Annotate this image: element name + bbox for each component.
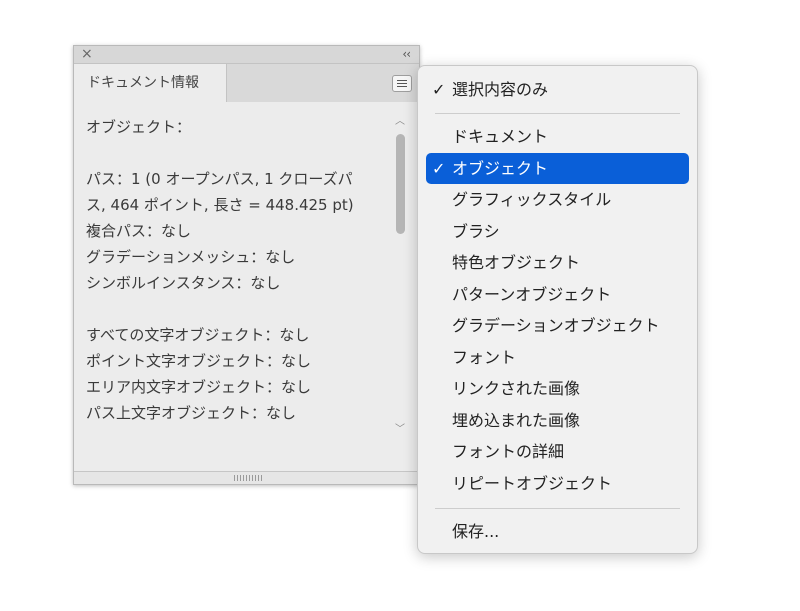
menu-item-label: パターンオブジェクト — [452, 285, 612, 304]
menu-item-gradient-objects[interactable]: グラデーションオブジェクト — [426, 310, 689, 341]
menu-separator — [435, 508, 680, 509]
hamburger-menu-icon[interactable] — [392, 75, 412, 92]
scroll-up-icon[interactable]: ︿ — [393, 116, 407, 128]
paths-info-line-1: パス：1 (0 オープンパス, 1 クローズパ — [86, 170, 353, 188]
menu-item-label: 特色オブジェクト — [452, 253, 581, 272]
objects-heading: オブジェクト： — [86, 118, 192, 136]
path-text-objects-info: パス上文字オブジェクト：なし — [86, 404, 297, 422]
menu-item-pattern-objects[interactable]: パターンオブジェクト — [426, 279, 689, 310]
document-info-panel: × ‹‹ ドキュメント情報 オブジェクト： パス：1 (0 オープンパス, 1 … — [73, 45, 420, 485]
checkmark-icon: ✓ — [432, 80, 446, 99]
paths-info-line-2: ス, 464 ポイント, 長さ = 448.425 pt) — [86, 196, 354, 214]
menu-item-label: 埋め込まれた画像 — [452, 411, 581, 430]
panel-flyout-menu: ✓ 選択内容のみ ドキュメント ✓ オブジェクト グラフィックスタイル ブラシ … — [417, 65, 698, 554]
menu-item-label: グラフィックスタイル — [452, 190, 612, 209]
menu-item-fonts[interactable]: フォント — [426, 342, 689, 373]
info-content: オブジェクト： パス：1 (0 オープンパス, 1 クローズパ ス, 464 ポ… — [86, 114, 396, 454]
point-text-objects-info: ポイント文字オブジェクト：なし — [86, 352, 312, 370]
menu-item-label: リピートオブジェクト — [452, 474, 613, 493]
symbol-instances-info: シンボルインスタンス：なし — [86, 274, 281, 292]
menu-item-embedded-images[interactable]: 埋め込まれた画像 — [426, 405, 689, 436]
menu-item-spot-color-objects[interactable]: 特色オブジェクト — [426, 247, 689, 278]
panel-title-bar[interactable]: × ‹‹ — [74, 46, 419, 64]
menu-item-label: フォントの詳細 — [452, 442, 565, 461]
menu-item-brushes[interactable]: ブラシ — [426, 216, 689, 247]
checkmark-icon: ✓ — [432, 159, 446, 178]
menu-item-document[interactable]: ドキュメント — [426, 121, 689, 152]
menu-item-label: グラデーションオブジェクト — [452, 316, 660, 335]
menu-item-label: オブジェクト — [452, 159, 549, 178]
menu-item-font-details[interactable]: フォントの詳細 — [426, 436, 689, 467]
content-scrollbar[interactable]: ︿ ﹀ — [393, 114, 407, 436]
menu-separator — [435, 113, 680, 114]
scroll-down-icon[interactable]: ﹀ — [393, 424, 407, 436]
close-icon[interactable]: × — [81, 46, 93, 63]
menu-item-label: フォント — [452, 348, 517, 367]
panel-resize-bar[interactable] — [74, 471, 419, 484]
menu-item-label: 保存... — [452, 522, 500, 541]
resize-grip-icon[interactable] — [234, 475, 262, 481]
menu-item-label: 選択内容のみ — [452, 80, 549, 99]
gradient-meshes-info: グラデーションメッシュ：なし — [86, 248, 296, 266]
compound-paths-info: 複合パス：なし — [86, 222, 192, 240]
menu-item-objects[interactable]: ✓ オブジェクト — [426, 153, 689, 184]
menu-item-label: リンクされた画像 — [452, 379, 581, 398]
menu-item-selection-only[interactable]: ✓ 選択内容のみ — [426, 74, 689, 105]
scroll-thumb[interactable] — [396, 134, 405, 234]
all-text-objects-info: すべての文字オブジェクト：なし — [86, 326, 310, 344]
menu-item-graphic-styles[interactable]: グラフィックスタイル — [426, 184, 689, 215]
tab-document-info[interactable]: ドキュメント情報 — [74, 64, 227, 102]
menu-item-label: ブラシ — [452, 222, 500, 241]
collapse-icon[interactable]: ‹‹ — [402, 46, 411, 63]
panel-tab-strip: ドキュメント情報 — [74, 64, 419, 102]
menu-item-repeat-objects[interactable]: リピートオブジェクト — [426, 468, 689, 499]
menu-item-label: ドキュメント — [452, 127, 549, 146]
area-text-objects-info: エリア内文字オブジェクト：なし — [86, 378, 312, 396]
menu-item-linked-images[interactable]: リンクされた画像 — [426, 373, 689, 404]
menu-item-save[interactable]: 保存... — [426, 516, 689, 547]
